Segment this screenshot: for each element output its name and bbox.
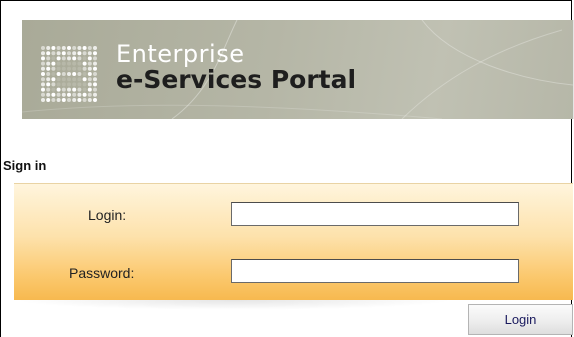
portal-logo-text: Enterprise e-Services Portal: [116, 42, 356, 92]
login-form-panel: Login: Password:: [14, 183, 573, 300]
portal-title-line1: Enterprise: [116, 40, 245, 68]
login-input[interactable]: [231, 202, 519, 226]
portal-title-line2: e-Services Portal: [116, 65, 357, 94]
password-label: Password:: [69, 265, 135, 281]
login-label: Login:: [88, 207, 127, 223]
page-frame: Enterprise e-Services Portal Sign in Log…: [0, 0, 574, 337]
panel-shadow: [14, 300, 454, 310]
password-input[interactable]: [231, 259, 519, 283]
portal-banner: Enterprise e-Services Portal: [22, 20, 574, 119]
e-logo-icon: [41, 46, 97, 102]
sign-in-heading: Sign in: [3, 158, 47, 173]
login-button[interactable]: Login: [468, 304, 573, 335]
